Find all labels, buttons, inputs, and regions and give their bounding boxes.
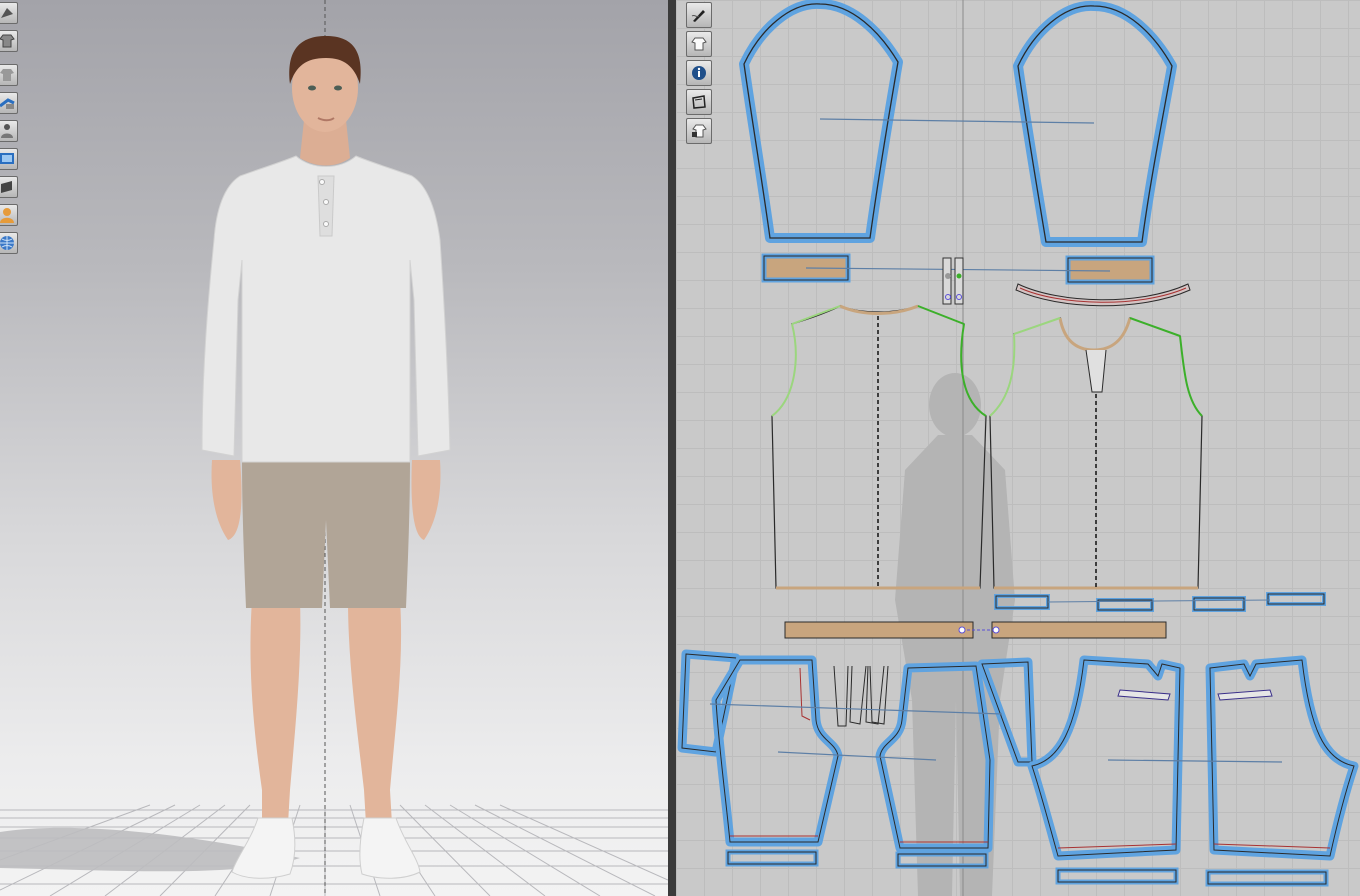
pane-divider[interactable] (668, 0, 676, 896)
arrangement-plane-icon[interactable] (0, 176, 18, 198)
shirt-back-pattern[interactable] (989, 317, 1203, 590)
2d-pattern-viewport[interactable] (676, 0, 1360, 896)
fold-arrangement-icon[interactable] (0, 92, 18, 114)
pocket-bag-patterns[interactable] (833, 665, 889, 727)
avatar-icon[interactable] (0, 204, 18, 226)
shorts-back-left-pattern[interactable] (1027, 655, 1185, 861)
simulation-icon[interactable] (0, 2, 18, 24)
show-pattern-icon[interactable] (686, 31, 712, 57)
sleeve-right-pattern[interactable] (1013, 0, 1177, 247)
sleeve-left-pattern[interactable] (739, 0, 903, 243)
garment-icon[interactable] (0, 30, 18, 52)
placket-pattern[interactable] (942, 257, 964, 305)
cuff-right-pattern[interactable] (1065, 255, 1155, 285)
3d-viewport[interactable] (0, 0, 668, 896)
pen-tool-icon[interactable] (686, 2, 712, 28)
info-icon[interactable] (686, 60, 712, 86)
shorts[interactable] (242, 458, 410, 608)
texture-view-icon[interactable] (0, 148, 18, 170)
sleeve-grainline (819, 118, 1095, 124)
avatar[interactable] (201, 36, 451, 879)
neck-binding-pattern[interactable] (1015, 283, 1191, 307)
small-tab-patterns[interactable] (994, 592, 1326, 612)
pattern-canvas (677, 0, 1359, 896)
pattern-outline-icon[interactable] (686, 89, 712, 115)
environment-icon[interactable] (0, 232, 18, 254)
shorts-front-left-pattern[interactable] (677, 649, 843, 847)
3d-toolbar (0, 2, 18, 260)
2d-toolbar (686, 2, 712, 147)
3d-scene (0, 0, 668, 896)
lock-garment-icon[interactable] (686, 118, 712, 144)
leg-hem-patterns[interactable] (725, 849, 1329, 887)
show-avatar-icon[interactable] (0, 120, 18, 142)
shorts-back-right-pattern[interactable] (1205, 655, 1359, 861)
show-garment-icon[interactable] (0, 64, 18, 86)
